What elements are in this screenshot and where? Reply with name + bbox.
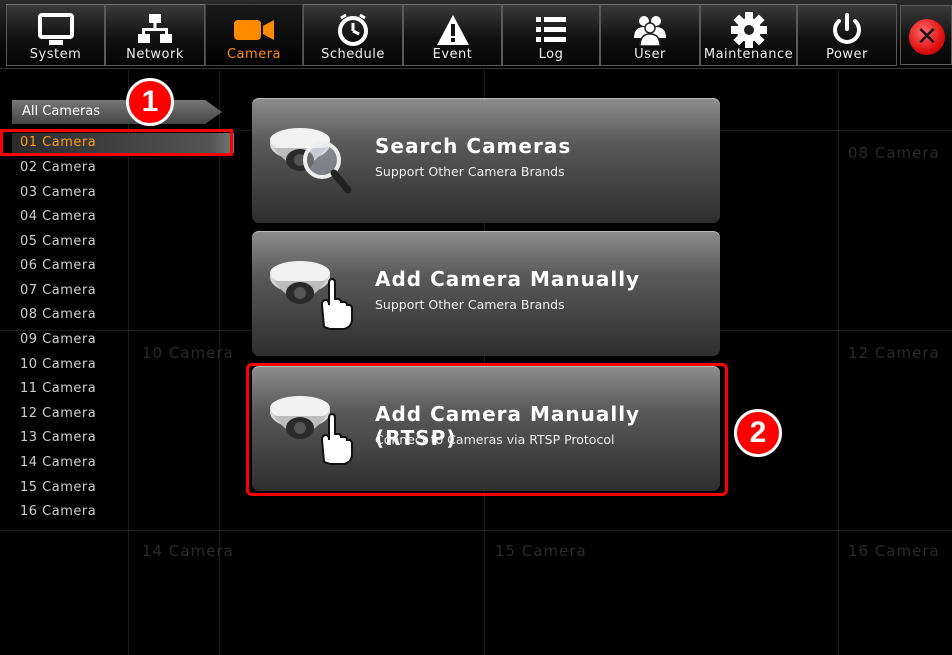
- option-subtitle: Support Other Camera Brands: [375, 164, 565, 179]
- camera-list-item-08[interactable]: 08 Camera: [20, 307, 96, 322]
- grid-divider: [128, 70, 129, 655]
- rtsp-option-highlight: [246, 363, 728, 496]
- clock-icon: [304, 11, 402, 49]
- grid-cell-label: 16 Camera: [848, 542, 940, 560]
- camera-list-item-12[interactable]: 12 Camera: [20, 406, 96, 421]
- toolbar-power-button[interactable]: Power: [797, 4, 897, 66]
- camera-list-item-04[interactable]: 04 Camera: [20, 209, 96, 224]
- option-title: Search Cameras: [375, 134, 572, 158]
- close-button[interactable]: ✕: [900, 5, 952, 65]
- toolbar-label: Power: [826, 47, 868, 62]
- toolbar-user-button[interactable]: User: [600, 4, 700, 66]
- camera-icon: [206, 11, 302, 49]
- toolbar-label: Camera: [226, 47, 282, 62]
- camera-list-item-15[interactable]: 15 Camera: [20, 480, 96, 495]
- toolbar-label: System: [29, 47, 82, 62]
- option-subtitle: Support Other Camera Brands: [375, 297, 565, 312]
- toolbar-label: Log: [538, 47, 564, 62]
- grid-divider: [219, 70, 220, 655]
- grid-divider: [838, 70, 839, 655]
- monitor-icon: [7, 11, 104, 49]
- close-icon: ✕: [909, 19, 945, 55]
- camera-list-item-14[interactable]: 14 Camera: [20, 455, 96, 470]
- search-cameras-button[interactable]: Search Cameras Support Other Camera Bran…: [252, 98, 720, 223]
- grid-divider: [0, 530, 952, 531]
- camera-list-item-02[interactable]: 02 Camera: [20, 160, 96, 175]
- toolbar-network-button[interactable]: Network: [105, 4, 205, 66]
- top-toolbar: System Network Camera Schedule Event Log: [0, 0, 952, 69]
- camera-list-item-05[interactable]: 05 Camera: [20, 234, 96, 249]
- camera-list-item-03[interactable]: 03 Camera: [20, 185, 96, 200]
- step-1-badge: 1: [126, 78, 174, 126]
- camera-list-item-13[interactable]: 13 Camera: [20, 430, 96, 445]
- list-icon: [503, 11, 599, 49]
- toolbar-camera-button[interactable]: Camera: [205, 4, 303, 66]
- grid-cell-label: 14 Camera: [142, 542, 234, 560]
- search-camera-icon: [266, 120, 356, 198]
- toolbar-schedule-button[interactable]: Schedule: [303, 4, 403, 66]
- toolbar-event-button[interactable]: Event: [403, 4, 502, 66]
- grid-cell-label: 15 Camera: [495, 542, 587, 560]
- all-cameras-tab[interactable]: All Cameras: [12, 100, 222, 124]
- warning-icon: [404, 11, 501, 49]
- grid-cell-label: 12 Camera: [848, 344, 940, 362]
- users-icon: [601, 11, 699, 49]
- camera-list-item-16[interactable]: 16 Camera: [20, 504, 96, 519]
- camera-list-item-11[interactable]: 11 Camera: [20, 381, 96, 396]
- camera-list-item-10[interactable]: 10 Camera: [20, 357, 96, 372]
- add-camera-manually-button[interactable]: Add Camera Manually Support Other Camera…: [252, 231, 720, 356]
- camera-list-item-09[interactable]: 09 Camera: [20, 332, 96, 347]
- toolbar-system-button[interactable]: System: [6, 4, 105, 66]
- camera-list-item-06[interactable]: 06 Camera: [20, 258, 96, 273]
- step-2-badge: 2: [734, 409, 782, 457]
- toolbar-label: Network: [126, 47, 184, 62]
- gear-icon: [701, 11, 796, 49]
- toolbar-log-button[interactable]: Log: [502, 4, 600, 66]
- option-title: Add Camera Manually: [375, 267, 641, 291]
- grid-cell-label: 08 Camera: [848, 144, 940, 162]
- hand-camera-icon: [266, 253, 356, 331]
- grid-cell-label: 10 Camera: [142, 344, 234, 362]
- toolbar-label: Schedule: [321, 47, 385, 62]
- toolbar-label: Event: [432, 47, 473, 62]
- toolbar-label: Maintenance: [703, 47, 794, 62]
- toolbar-maintenance-button[interactable]: Maintenance: [700, 4, 797, 66]
- network-icon: [106, 11, 204, 49]
- selected-camera-highlight: [0, 129, 233, 156]
- toolbar-label: User: [634, 47, 666, 62]
- power-icon: [798, 11, 896, 49]
- camera-list-item-07[interactable]: 07 Camera: [20, 283, 96, 298]
